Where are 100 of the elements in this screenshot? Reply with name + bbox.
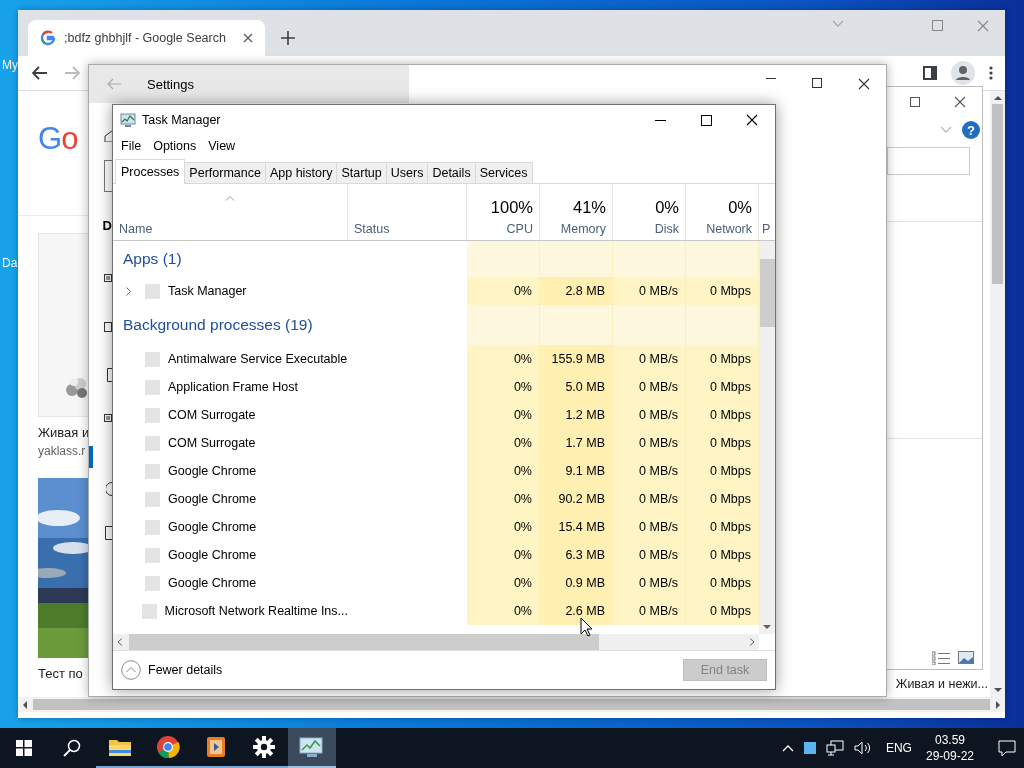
maximize-icon[interactable] — [700, 114, 712, 126]
tab[interactable]: Services — [474, 162, 533, 183]
table-cell: 0% — [467, 457, 540, 485]
menu-item[interactable]: File — [115, 139, 148, 153]
column-header[interactable]: Disk — [654, 222, 679, 236]
menu-item[interactable]: View — [202, 139, 242, 153]
table-cell: 0 MB/s — [613, 569, 686, 597]
result-title[interactable]: Живая и нежи... — [895, 677, 988, 691]
close-icon[interactable] — [858, 78, 870, 90]
scroll-thumb[interactable] — [33, 699, 990, 710]
scroll-right-icon[interactable] — [996, 700, 1001, 709]
window-title: Task Manager — [142, 113, 221, 127]
menu-item[interactable]: Options — [147, 139, 203, 153]
horizontal-scrollbar[interactable] — [18, 697, 1005, 712]
help-button[interactable]: ? — [962, 121, 980, 139]
column-header[interactable]: CPU — [506, 222, 533, 236]
vertical-scrollbar[interactable] — [990, 91, 1005, 697]
scroll-left-icon[interactable] — [22, 700, 27, 709]
table-cell: 0.9 MB — [540, 569, 613, 597]
tab[interactable]: Users — [385, 162, 429, 183]
usage-percent: 41% — [572, 198, 606, 217]
close-icon[interactable] — [954, 96, 966, 108]
monitor-chart-icon — [120, 112, 136, 128]
expand-chevron-icon[interactable] — [126, 286, 131, 296]
process-icon — [145, 491, 160, 507]
table-cell: 0 Mbps — [686, 569, 759, 597]
keyboard-icon[interactable] — [104, 414, 112, 422]
tab[interactable]: Details — [427, 162, 476, 183]
maximize-icon[interactable] — [812, 78, 822, 88]
list-view-icon[interactable] — [932, 651, 950, 665]
table-cell: 155.9 MB — [540, 345, 613, 373]
language-indicator[interactable]: ENG — [885, 741, 912, 755]
network-icon[interactable] — [825, 740, 844, 756]
fewer-details-button[interactable]: Fewer details — [121, 660, 223, 680]
tab[interactable]: Startup — [336, 162, 387, 183]
image-view-icon[interactable] — [958, 651, 974, 664]
tab[interactable]: App history — [264, 162, 338, 183]
window-title: Settings — [147, 76, 194, 92]
process-icon — [145, 351, 160, 367]
tab[interactable]: Performance — [184, 162, 266, 183]
folder-icon — [108, 737, 132, 757]
scroll-thumb[interactable] — [129, 634, 599, 650]
home-icon[interactable] — [104, 130, 112, 142]
close-icon — [243, 33, 253, 43]
process-icon — [145, 435, 160, 451]
table-cell: 0 MB/s — [613, 457, 686, 485]
start-icon — [16, 740, 32, 756]
menu-icon[interactable] — [989, 66, 993, 80]
group-heading: Apps (1) — [123, 250, 182, 268]
usage-percent: 0% — [655, 198, 679, 217]
taskbar-button[interactable] — [288, 728, 336, 768]
side-panel-icon[interactable] — [923, 66, 937, 80]
desktop-icon-label: My — [2, 58, 18, 72]
table-cell: 0% — [467, 401, 540, 429]
back-icon[interactable] — [32, 66, 48, 80]
column-header[interactable]: P — [762, 222, 775, 236]
result-title[interactable]: Живая и — [38, 425, 88, 440]
volume-icon[interactable] — [853, 741, 872, 755]
browser-tab[interactable]: ;bdfz ghbhjlf - Google Search — [28, 20, 265, 56]
process-icon — [145, 519, 160, 535]
chevron-up-icon[interactable] — [781, 744, 794, 752]
table-cell: 0% — [467, 569, 540, 597]
process-icon — [145, 547, 160, 563]
table-cell: 0 MB/s — [613, 277, 686, 305]
avatar-icon[interactable] — [951, 61, 975, 85]
maximize-icon[interactable] — [910, 97, 920, 107]
process-name: Google Chrome — [168, 548, 257, 562]
minimize-icon[interactable] — [654, 119, 666, 121]
scroll-left-icon[interactable] — [117, 638, 122, 646]
table-cell: 90.2 MB — [540, 485, 613, 513]
scroll-down-icon[interactable] — [763, 625, 771, 630]
table-cell: 2.8 MB — [540, 277, 613, 305]
column-header[interactable]: Memory — [560, 222, 606, 236]
new-tab-icon[interactable] — [281, 31, 295, 45]
table-cell: 0 MB/s — [613, 541, 686, 569]
scroll-up-icon[interactable] — [993, 95, 1002, 100]
input-field[interactable] — [887, 147, 970, 175]
horizontal-scrollbar[interactable] — [113, 634, 759, 650]
table-cell: 0 MB/s — [613, 485, 686, 513]
table-cell: 0 MB/s — [613, 345, 686, 373]
column-header[interactable]: Network — [706, 222, 752, 236]
keyboard-icon[interactable] — [104, 274, 112, 282]
scroll-down-icon[interactable] — [993, 688, 1002, 693]
devices-icon[interactable] — [104, 320, 112, 332]
vertical-scrollbar[interactable] — [759, 241, 775, 634]
process-icon — [145, 407, 160, 423]
process-name: Microsoft Network Realtime Ins... — [164, 604, 348, 618]
square-icon[interactable] — [803, 742, 816, 754]
close-icon[interactable] — [746, 114, 758, 126]
scroll-thumb[interactable] — [992, 104, 1003, 284]
clock[interactable]: 03.59 29-09-22 — [925, 732, 974, 764]
result-title[interactable]: Тест по — [38, 666, 88, 681]
notification-icon[interactable] — [998, 739, 1016, 757]
column-header[interactable]: Status — [354, 222, 460, 236]
tab[interactable]: Processes — [115, 159, 186, 184]
scroll-thumb[interactable] — [759, 259, 775, 327]
scroll-right-icon[interactable] — [750, 638, 755, 646]
table-cell: 0 Mbps — [686, 429, 759, 457]
column-header[interactable]: Name — [119, 222, 341, 236]
process-name: Task Manager — [168, 284, 247, 298]
